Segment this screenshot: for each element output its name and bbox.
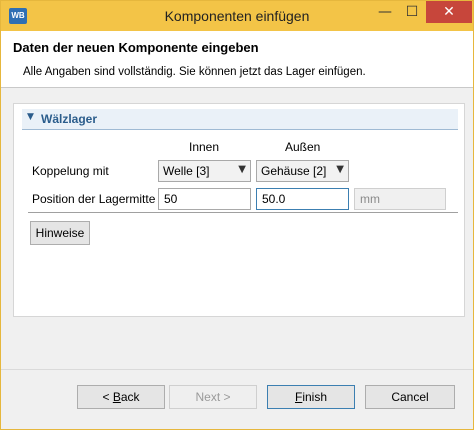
- section-title: Wälzlager: [41, 112, 98, 126]
- coupling-label: Koppelung mit: [32, 164, 109, 178]
- finish-button[interactable]: Finish: [267, 385, 355, 409]
- page-description: Alle Angaben sind vollständig. Sie könne…: [23, 66, 366, 78]
- title-bar[interactable]: WB Komponenten einfügen — ☐ ✕: [1, 1, 473, 31]
- coupling-outer-select[interactable]: Gehäuse [2] ▼: [256, 160, 349, 182]
- footer-divider: [1, 369, 473, 370]
- coupling-inner-value: Welle [3]: [163, 164, 210, 178]
- maximize-icon[interactable]: ☐: [399, 1, 425, 23]
- back-button-arrow: <: [102, 390, 113, 404]
- position-outer-input[interactable]: 50.0: [256, 188, 349, 210]
- collapse-arrow-icon[interactable]: ▼: [27, 112, 34, 122]
- wizard-header: Daten der neuen Komponente eingeben Alle…: [1, 31, 473, 88]
- position-label: Position der Lagermitte: [32, 192, 156, 206]
- section-header-waelzlager[interactable]: ▼ Wälzlager: [22, 109, 458, 129]
- chevron-down-icon: ▼: [336, 164, 344, 175]
- position-inner-input[interactable]: 50: [158, 188, 251, 210]
- form-separator: [28, 212, 458, 213]
- section-divider: [22, 129, 458, 130]
- minimize-icon[interactable]: —: [372, 1, 398, 23]
- close-icon[interactable]: ✕: [426, 1, 472, 23]
- finish-button-label: inish: [302, 390, 328, 404]
- cancel-button[interactable]: Cancel: [365, 385, 455, 409]
- coupling-outer-value: Gehäuse [2]: [261, 164, 327, 178]
- page-title: Daten der neuen Komponente eingeben: [13, 40, 259, 55]
- column-header-outer: Außen: [285, 140, 321, 154]
- wizard-dialog: WB Komponenten einfügen — ☐ ✕ Daten der …: [0, 0, 474, 430]
- position-unit-field: mm: [354, 188, 446, 210]
- chevron-down-icon: ▼: [238, 164, 246, 175]
- back-button-label: ack: [120, 390, 140, 404]
- content-panel: ▼ Wälzlager Innen Außen Koppelung mit We…: [13, 103, 465, 317]
- coupling-inner-select[interactable]: Welle [3] ▼: [158, 160, 251, 182]
- column-header-inner: Innen: [189, 140, 220, 154]
- back-button[interactable]: < Back: [77, 385, 165, 409]
- back-button-mnemonic: B: [112, 390, 121, 404]
- next-button[interactable]: Next >: [169, 385, 257, 409]
- hints-button[interactable]: Hinweise: [30, 221, 90, 245]
